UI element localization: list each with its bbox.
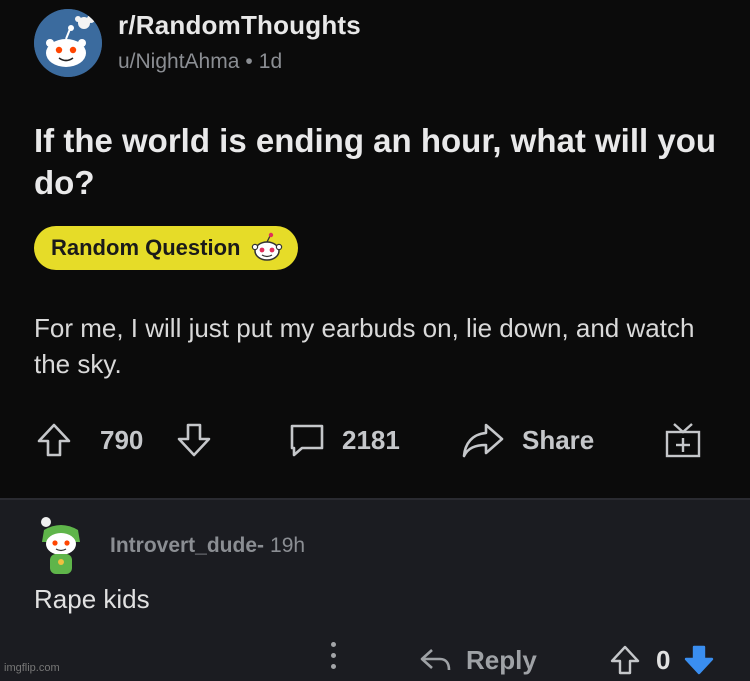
- meta-separator: •: [245, 50, 253, 73]
- reply-icon: [420, 649, 451, 671]
- upvote-icon: [37, 423, 71, 457]
- upvote-button[interactable]: [34, 418, 74, 462]
- comment-age: 19h: [270, 534, 306, 557]
- reply-button[interactable]: Reply: [418, 642, 537, 678]
- snoo-avatar-icon: [34, 9, 102, 77]
- comment-username[interactable]: Introvert_dude-: [110, 534, 264, 557]
- share-button[interactable]: Share: [460, 418, 594, 462]
- more-options-icon[interactable]: [328, 642, 338, 676]
- post-action-bar: 790 2181 Share: [34, 418, 724, 462]
- share-label: Share: [522, 424, 595, 455]
- flair-snoo-icon: [252, 232, 283, 261]
- subreddit-name[interactable]: r/RandomThoughts: [118, 10, 361, 41]
- flair-label: Random Question: [51, 235, 241, 260]
- post-author[interactable]: u/NightAhma: [118, 50, 239, 73]
- subreddit-avatar[interactable]: [34, 9, 102, 77]
- comment-upvote-icon[interactable]: [608, 643, 642, 677]
- post-card: r/RandomThoughts u/NightAhma • 1d If the w…: [0, 0, 750, 498]
- commenter-avatar[interactable]: [36, 516, 86, 578]
- downvote-icon: [177, 423, 211, 457]
- downvote-button[interactable]: [174, 418, 214, 462]
- award-icon: [665, 423, 701, 458]
- comment-action-bar: Reply 0: [0, 640, 750, 680]
- reply-label: Reply: [466, 644, 537, 675]
- post-meta: u/NightAhma • 1d: [118, 50, 282, 74]
- post-body: For me, I will just put my earbuds on, l…: [34, 313, 695, 379]
- comment-meta: Introvert_dude- 19h: [110, 534, 305, 558]
- comments-button[interactable]: 2181: [286, 418, 400, 462]
- post-age: 1d: [258, 50, 283, 73]
- comment-card: Introvert_dude- 19h Rape kids Reply 0: [0, 498, 750, 681]
- upvote-count: 790: [100, 424, 144, 455]
- comment-count: 2181: [342, 424, 400, 455]
- post-flair[interactable]: Random Question: [34, 226, 299, 270]
- post-title[interactable]: If the world is ending an hour, what wil…: [34, 120, 724, 204]
- comment-downvote-icon[interactable]: [682, 643, 716, 677]
- watermark: imgflip.com: [4, 662, 60, 674]
- share-icon: [462, 423, 504, 458]
- comment-vote: 0: [608, 642, 716, 678]
- award-button[interactable]: [662, 418, 704, 462]
- comment-icon: [290, 424, 324, 457]
- comment-text: Rape kids: [34, 584, 150, 614]
- comment-score: 0: [656, 644, 671, 675]
